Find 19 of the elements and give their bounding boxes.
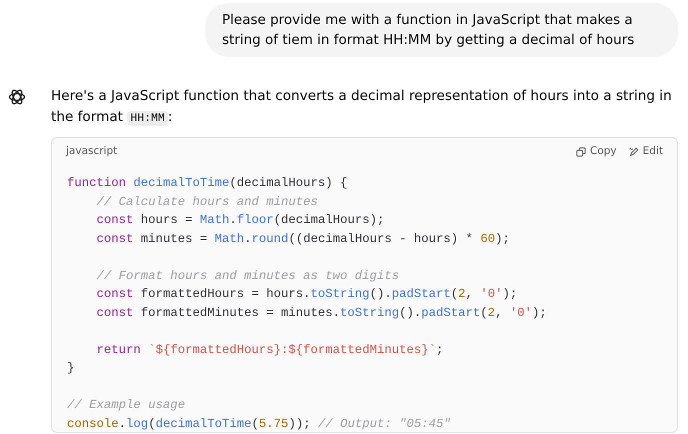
code-line: const minutes = Math.round((decimalHours - hours) * 60); <box>96 230 510 248</box>
code-line: // Example usage <box>67 397 186 414</box>
code-line: // Calculate hours and minutes <box>96 194 318 210</box>
code-line: console.log(decimalToTime(5.75)); // Output: "05:45" <box>67 416 451 432</box>
code-line: } <box>67 360 74 377</box>
code-line: // Format hours and minutes as two digits <box>96 268 400 284</box>
code-line: return `${formattedHours}:${formattedMinutes}`; <box>96 342 444 358</box>
code-line: const formattedMinutes = minutes.toString().padStart(2, '0'); <box>96 304 547 322</box>
code-line: function decimalToTime(decimalHours) { <box>67 175 348 192</box>
edit-button[interactable]: Edit <box>628 144 663 160</box>
user-message: Please provide me with a function in JavaScript that makes a string of tiem in format HH:MM by getting a decimal of hours <box>205 3 678 57</box>
response-paragraph: Here's a JavaScript function that converts a decimal representation of hours into a string in the format HH:MM : <box>51 87 673 128</box>
assistant-logo-icon <box>8 88 26 106</box>
code-line: const hours = Math.floor(decimalHours); <box>96 212 384 229</box>
code-language-label: javascript <box>66 144 118 160</box>
code-line: const formattedHours = hours.toString().padStart(2, '0'); <box>96 286 518 303</box>
edit-icon <box>628 147 639 157</box>
copy-icon <box>576 147 586 157</box>
copy-button[interactable]: Copy <box>576 144 617 160</box>
